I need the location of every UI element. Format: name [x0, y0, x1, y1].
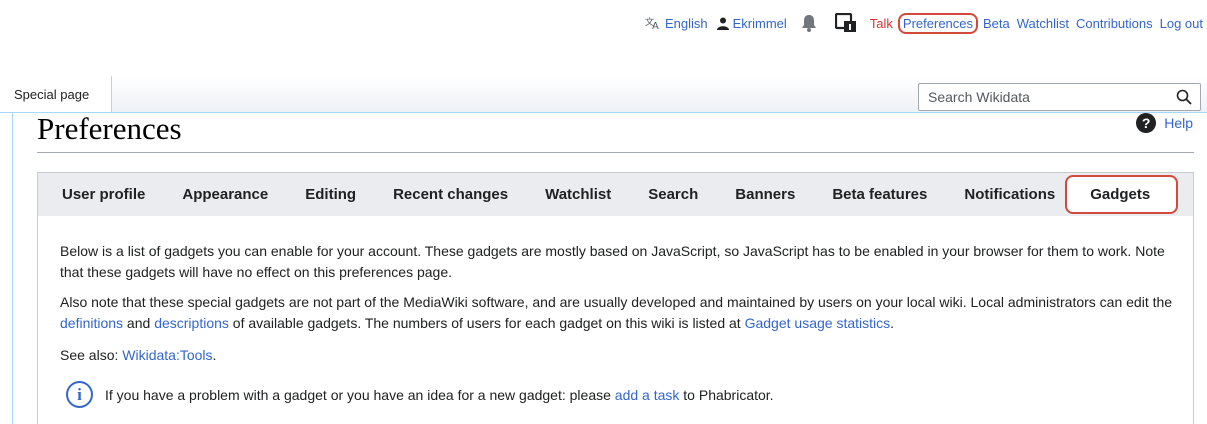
- note-text-c: of available gadgets. The numbers of use…: [228, 315, 745, 331]
- tab-user-profile[interactable]: User profile: [62, 186, 145, 203]
- language-label: English: [664, 15, 708, 31]
- note-text-d: .: [890, 315, 895, 331]
- tab-watchlist[interactable]: Watchlist: [545, 186, 611, 203]
- help-label: Help: [1164, 115, 1193, 131]
- page-title: Preferences: [37, 111, 182, 146]
- contributions-link[interactable]: Contributions: [1076, 16, 1153, 31]
- search-icon[interactable]: [1176, 89, 1192, 108]
- content-border: [12, 112, 13, 424]
- search-box[interactable]: [918, 83, 1201, 111]
- search-input[interactable]: [928, 89, 1158, 105]
- gadget-usage-statistics-link[interactable]: Gadget usage statistics: [745, 315, 891, 331]
- add-task-link[interactable]: add a task: [615, 387, 680, 403]
- see-also-text: See also:: [60, 347, 123, 363]
- see-also-paragraph: See also: Wikidata:Tools.: [60, 345, 1175, 366]
- translate-icon: 文A: [645, 16, 661, 30]
- tab-recent-changes[interactable]: Recent changes: [393, 186, 508, 203]
- title-divider: [37, 152, 1194, 153]
- language-selector[interactable]: 文A English: [645, 16, 708, 31]
- talk-link[interactable]: Talk: [870, 16, 893, 31]
- descriptions-link[interactable]: descriptions: [154, 315, 229, 331]
- help-question-icon: ?: [1136, 113, 1157, 133]
- tab-gadgets[interactable]: Gadgets: [1065, 175, 1179, 214]
- tab-search[interactable]: Search: [648, 186, 698, 203]
- note-text-a: Also note that these special gadgets are…: [60, 294, 1173, 310]
- wikidata-tools-link[interactable]: Wikidata:Tools: [122, 347, 212, 363]
- tab-special-page[interactable]: Special page: [0, 76, 112, 112]
- tab-editing[interactable]: Editing: [305, 186, 356, 203]
- username: Ekrimmel: [732, 15, 787, 31]
- tab-appearance[interactable]: Appearance: [182, 186, 268, 203]
- phabricator-notice: i If you have a problem with a gadget or…: [66, 381, 774, 408]
- notices-tray-icon[interactable]: [834, 13, 857, 33]
- notice-text-b: to Phabricator.: [679, 386, 774, 403]
- tab-beta-features[interactable]: Beta features: [832, 186, 927, 203]
- tab-banners[interactable]: Banners: [735, 186, 795, 203]
- notice-text: If you have a problem with a gadget or y…: [105, 387, 774, 403]
- intro-text: Below is a list of gadgets you can enabl…: [60, 243, 1165, 280]
- info-icon: i: [66, 381, 93, 408]
- note-paragraph: Also note that these special gadgets are…: [60, 292, 1175, 334]
- user-page-link[interactable]: Ekrimmel: [716, 15, 787, 31]
- help-link[interactable]: ? Help: [1136, 113, 1193, 133]
- logout-link[interactable]: Log out: [1160, 16, 1203, 31]
- watchlist-link[interactable]: Watchlist: [1017, 16, 1069, 31]
- beta-link[interactable]: Beta: [983, 16, 1010, 31]
- see-also-end: .: [212, 347, 217, 363]
- svg-text:A: A: [652, 21, 659, 30]
- header-bar: Special page: [0, 76, 1207, 113]
- user-icon: [716, 17, 729, 30]
- preferences-link[interactable]: Preferences: [897, 12, 979, 34]
- preferences-tabs: User profile Appearance Editing Recent c…: [37, 172, 1194, 217]
- intro-paragraph: Below is a list of gadgets you can enabl…: [60, 241, 1175, 283]
- note-text-b: and: [123, 315, 155, 331]
- tab-notifications[interactable]: Notifications: [964, 186, 1055, 203]
- personal-toolbar: 文A English Ekrimmel Talk Preferences Bet…: [638, 11, 1203, 35]
- notifications-bell-icon[interactable]: [801, 14, 817, 32]
- notice-text-a: If you have a problem with a gadget or y…: [105, 386, 615, 403]
- definitions-link[interactable]: definitions: [60, 315, 123, 331]
